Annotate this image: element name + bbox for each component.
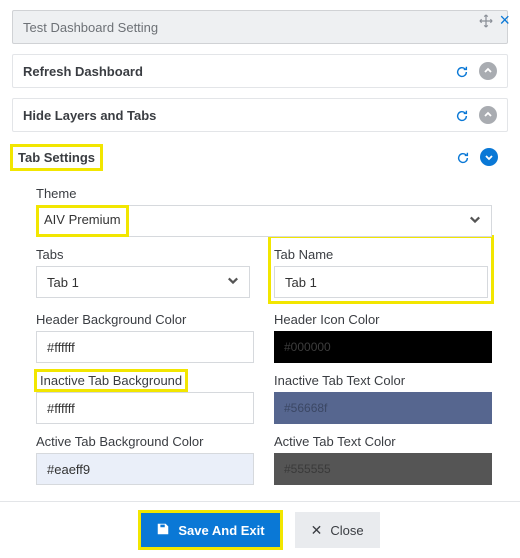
close-button[interactable]: ✕ Close: [295, 512, 380, 548]
save-icon: [156, 522, 170, 539]
theme-value[interactable]: [36, 205, 492, 237]
header-bg-input[interactable]: [36, 331, 254, 363]
header-icon-swatch[interactable]: #000000: [274, 331, 492, 363]
title-bar: Test Dashboard Setting: [12, 10, 508, 44]
accordion-hide-layers-tabs[interactable]: Hide Layers and Tabs: [12, 98, 508, 132]
accordion-label: Refresh Dashboard: [23, 64, 455, 79]
refresh-icon[interactable]: [455, 63, 469, 79]
inactive-text-label: Inactive Tab Text Color: [274, 373, 492, 388]
close-icon: ✕: [311, 522, 323, 539]
chevron-up-icon[interactable]: [479, 62, 497, 80]
move-icon[interactable]: [479, 12, 493, 28]
inactive-bg-input[interactable]: [36, 392, 254, 424]
close-label: Close: [330, 523, 363, 538]
window-title: Test Dashboard Setting: [23, 20, 158, 35]
save-and-exit-button[interactable]: Save And Exit: [140, 512, 280, 548]
save-label: Save And Exit: [178, 523, 264, 538]
refresh-icon[interactable]: [456, 149, 470, 165]
active-text-label: Active Tab Text Color: [274, 434, 492, 449]
theme-select[interactable]: AIV Premium: [36, 205, 492, 237]
inactive-bg-label: Inactive Tab Background: [36, 371, 186, 390]
header-bg-label: Header Background Color: [36, 312, 254, 327]
inactive-text-swatch[interactable]: #56668f: [274, 392, 492, 424]
active-bg-label: Active Tab Background Color: [36, 434, 254, 449]
chevron-down-icon[interactable]: [480, 148, 498, 166]
chevron-up-icon[interactable]: [479, 106, 497, 124]
tab-name-label: Tab Name: [274, 247, 488, 262]
accordion-tab-settings[interactable]: Tab Settings: [12, 142, 508, 172]
tabs-select[interactable]: [36, 266, 250, 298]
tab-settings-label: Tab Settings: [12, 146, 101, 169]
active-text-swatch[interactable]: #555555: [274, 453, 492, 485]
tabs-label: Tabs: [36, 247, 250, 262]
tabs-value[interactable]: [36, 266, 250, 298]
close-icon[interactable]: ×: [499, 13, 510, 27]
accordion-label: Hide Layers and Tabs: [23, 108, 455, 123]
accordion-refresh-dashboard[interactable]: Refresh Dashboard: [12, 54, 508, 88]
active-bg-input[interactable]: [36, 453, 254, 485]
tab-name-input[interactable]: [274, 266, 488, 298]
footer: Save And Exit ✕ Close: [0, 501, 520, 558]
header-icon-label: Header Icon Color: [274, 312, 492, 327]
refresh-icon[interactable]: [455, 107, 469, 123]
theme-label: Theme: [36, 186, 492, 201]
